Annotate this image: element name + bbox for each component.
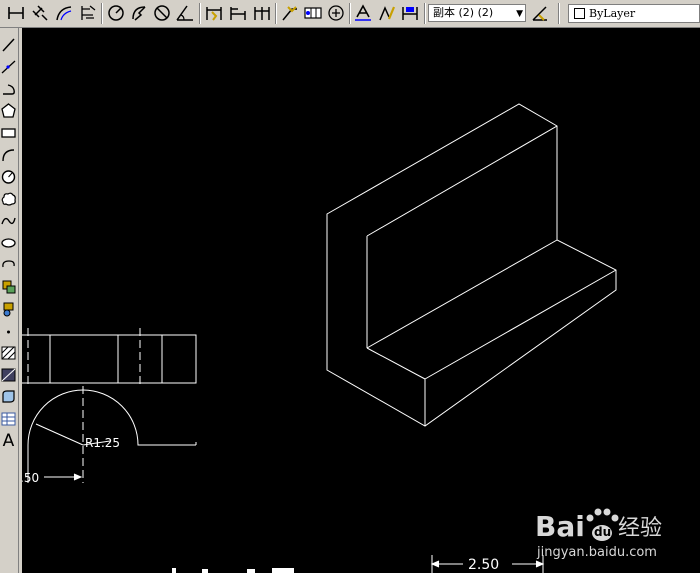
construction-line-icon[interactable] <box>0 58 17 76</box>
point-icon[interactable] <box>0 322 17 340</box>
arc-icon[interactable] <box>0 146 17 164</box>
left-dimension-line <box>44 473 83 481</box>
hatch-icon[interactable] <box>0 344 17 362</box>
rectangle-icon[interactable] <box>0 124 17 142</box>
revision-cloud-icon[interactable] <box>0 190 17 208</box>
dimension-text-edit-icon[interactable] <box>377 3 397 23</box>
dimension-update-icon[interactable] <box>400 3 420 23</box>
watermark-brand-du: du <box>594 525 611 539</box>
jogged-dimension-icon[interactable] <box>129 3 149 23</box>
dimension-edit-icon[interactable] <box>353 3 373 23</box>
insert-block-icon[interactable] <box>0 278 17 296</box>
front-view <box>22 328 197 388</box>
linear-dimension-icon[interactable] <box>6 3 26 23</box>
table-icon[interactable] <box>0 410 17 428</box>
quick-leader-icon[interactable] <box>280 3 300 23</box>
left-dimension-label: .50 <box>22 471 39 485</box>
watermark-brand-cn: 经验 <box>618 516 662 541</box>
arc-length-dimension-icon[interactable] <box>54 3 74 23</box>
spline-icon[interactable] <box>0 212 17 230</box>
color-swatch-icon <box>574 8 585 19</box>
dimension-style-icon[interactable] <box>530 3 550 23</box>
radius-dimension-label: R1.25 <box>85 436 120 450</box>
watermark-brand: Bai <box>535 510 585 543</box>
tolerance-icon[interactable] <box>303 3 323 23</box>
polygon-icon[interactable] <box>0 102 17 120</box>
baidu-watermark: Bai du 经验 jingyan.baidu.com <box>535 508 662 560</box>
isometric-l-bracket <box>326 103 617 427</box>
side-view <box>27 386 197 483</box>
baseline-dimension-icon[interactable] <box>228 3 248 23</box>
dimension-toolbar: 副本 (2) (2) ▼ ByLayer <box>0 0 700 28</box>
quick-dimension-icon[interactable] <box>204 3 224 23</box>
gradient-icon[interactable] <box>0 366 17 384</box>
dimension-style-value: 副本 (2) (2) <box>433 6 494 19</box>
dimension-style-select[interactable]: 副本 (2) (2) ▼ <box>428 4 526 22</box>
aligned-dimension-icon[interactable] <box>30 3 50 23</box>
ordinate-dimension-icon[interactable] <box>78 3 98 23</box>
ellipse-icon[interactable] <box>0 234 17 252</box>
line-icon[interactable] <box>0 36 17 54</box>
chevron-down-icon[interactable]: ▼ <box>516 6 523 22</box>
drawing-canvas[interactable]: R1.25 .50 2.50 Bai du 经验 jingyan.baidu <box>22 28 700 573</box>
radius-dimension-icon[interactable] <box>106 3 126 23</box>
diameter-dimension-icon[interactable] <box>152 3 172 23</box>
circle-icon[interactable] <box>0 168 17 186</box>
continue-dimension-icon[interactable] <box>252 3 272 23</box>
angular-dimension-icon[interactable] <box>175 3 195 23</box>
watermark-url: jingyan.baidu.com <box>536 545 657 560</box>
bottom-dimension-label: 2.50 <box>468 557 499 573</box>
multiline-text-icon[interactable]: A <box>0 432 17 450</box>
ellipse-arc-icon[interactable] <box>0 256 17 274</box>
polyline-icon[interactable] <box>0 80 17 98</box>
region-icon[interactable] <box>0 388 17 406</box>
draw-toolbar: A <box>0 28 19 573</box>
make-block-icon[interactable] <box>0 300 17 318</box>
layer-value: ByLayer <box>589 7 636 20</box>
partial-dimension-text-bottom <box>172 568 294 573</box>
drawing-svg: R1.25 .50 2.50 Bai du 经验 jingyan.baidu <box>22 103 662 573</box>
center-mark-icon[interactable] <box>326 3 346 23</box>
layer-select[interactable]: ByLayer <box>568 4 700 23</box>
